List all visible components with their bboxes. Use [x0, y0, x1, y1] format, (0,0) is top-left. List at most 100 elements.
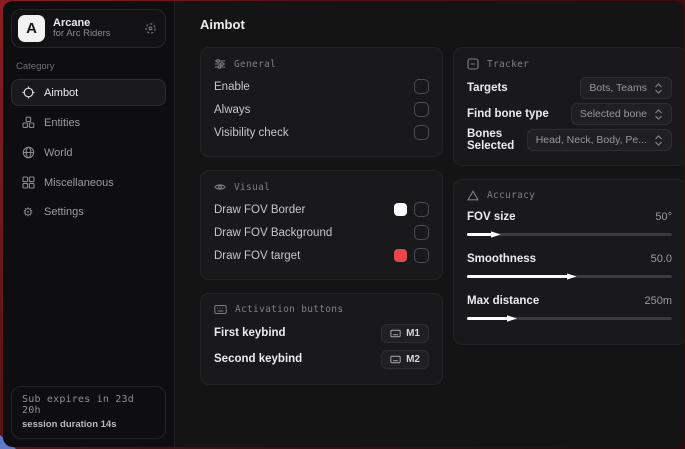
setting-row-smoothness: Smoothness 50.0: [467, 248, 672, 278]
color-swatch[interactable]: [394, 203, 407, 216]
keybind-value: M2: [406, 354, 420, 365]
sidebar-item-settings[interactable]: ⚙ Settings: [11, 199, 166, 225]
setting-label: Draw FOV Background: [214, 227, 332, 239]
app-window: A Arcane for Arc Riders Category: [3, 1, 684, 447]
setting-label: Visibility check: [214, 127, 289, 139]
select-value: Bots, Teams: [589, 82, 647, 94]
slider-value: 50°: [655, 211, 672, 223]
targets-select[interactable]: Bots, Teams: [580, 77, 672, 99]
fov-size-slider[interactable]: [467, 233, 672, 236]
visibility-check-checkbox[interactable]: [414, 125, 429, 140]
second-keybind-button[interactable]: M2: [381, 350, 429, 369]
setting-label: First keybind: [214, 327, 286, 339]
boxes-icon: [21, 116, 35, 129]
setting-label: Find bone type: [467, 108, 549, 120]
setting-label: Bones Selected: [467, 128, 527, 152]
smoothness-slider[interactable]: [467, 275, 672, 278]
slider-value: 250m: [644, 295, 672, 307]
slider-thumb[interactable]: [507, 314, 517, 324]
keyboard-icon: [390, 329, 401, 338]
setting-row-first-keybind: First keybind M1: [214, 320, 429, 346]
triangle-icon: [467, 190, 479, 201]
app-subtitle: for Arc Riders: [53, 29, 111, 40]
setting-label: Always: [214, 104, 250, 116]
slider-fill: [467, 317, 510, 320]
draw-fov-border-checkbox[interactable]: [414, 202, 429, 217]
sidebar-item-entities[interactable]: Entities: [11, 109, 166, 136]
sidebar-item-world[interactable]: World: [11, 139, 166, 166]
setting-label: Smoothness: [467, 253, 536, 265]
first-keybind-button[interactable]: M1: [381, 324, 429, 343]
setting-label: Max distance: [467, 295, 539, 307]
globe-icon: [21, 146, 35, 159]
setting-row-draw-fov-background: Draw FOV Background: [214, 221, 429, 244]
max-distance-slider[interactable]: [467, 317, 672, 320]
select-value: Selected bone: [580, 108, 647, 120]
setting-row-second-keybind: Second keybind M2: [214, 346, 429, 372]
card-title: Activation buttons: [235, 304, 343, 315]
keyboard-icon: [390, 355, 401, 364]
slider-value: 50.0: [651, 253, 672, 265]
setting-label: FOV size: [467, 211, 516, 223]
card-title: Visual: [234, 182, 270, 193]
subscription-info-card: Sub expires in 23d 20h session duration …: [11, 386, 166, 439]
sidebar-item-label: Miscellaneous: [44, 177, 114, 189]
sidebar-item-label: Settings: [44, 206, 84, 218]
category-label: Category: [16, 61, 161, 72]
sync-icon[interactable]: [144, 22, 157, 35]
app-logo-card: A Arcane for Arc Riders: [11, 9, 166, 48]
setting-label: Enable: [214, 81, 250, 93]
enable-checkbox[interactable]: [414, 79, 429, 94]
grid-icon: [21, 176, 35, 189]
visual-card: Visual Draw FOV Border Draw FOV Backgrou…: [200, 170, 443, 280]
setting-row-draw-fov-target: Draw FOV target: [214, 244, 429, 267]
card-title: General: [234, 59, 276, 70]
always-checkbox[interactable]: [414, 102, 429, 117]
setting-row-fov-size: FOV size 50°: [467, 206, 672, 236]
sliders-icon: [214, 58, 226, 70]
slider-fill: [467, 275, 570, 278]
draw-fov-background-checkbox[interactable]: [414, 225, 429, 240]
slider-fill: [467, 233, 494, 236]
find-bone-type-select[interactable]: Selected bone: [571, 103, 672, 125]
draw-fov-target-checkbox[interactable]: [414, 248, 429, 263]
setting-row-max-distance: Max distance 250m: [467, 290, 672, 320]
sidebar-item-label: Entities: [44, 117, 80, 129]
select-value: Head, Neck, Body, Pe...: [536, 134, 647, 146]
setting-row-always: Always: [214, 98, 429, 121]
slider-thumb[interactable]: [491, 230, 501, 240]
tracker-card: Tracker Targets Bots, Teams: [453, 47, 684, 166]
setting-row-find-bone-type: Find bone type Selected bone: [467, 101, 672, 127]
card-title: Accuracy: [487, 190, 535, 201]
page-title: Aimbot: [200, 17, 684, 32]
sub-expires-text: Sub expires in 23d 20h: [22, 394, 155, 416]
chevrons-up-down-icon: [654, 109, 663, 120]
square-minus-icon: [467, 58, 479, 70]
activation-buttons-card: Activation buttons First keybind M1: [200, 293, 443, 385]
main-panel: Aimbot General: [175, 1, 684, 447]
slider-thumb[interactable]: [567, 272, 577, 282]
chevrons-up-down-icon: [654, 83, 663, 94]
eye-icon: [214, 181, 226, 193]
setting-label: Draw FOV target: [214, 250, 300, 262]
setting-row-enable: Enable: [214, 75, 429, 98]
setting-row-visibility-check: Visibility check: [214, 121, 429, 144]
sidebar-item-miscellaneous[interactable]: Miscellaneous: [11, 169, 166, 196]
chevrons-up-down-icon: [654, 135, 663, 146]
card-title: Tracker: [487, 59, 529, 70]
color-swatch[interactable]: [394, 249, 407, 262]
bones-selected-select[interactable]: Head, Neck, Body, Pe...: [527, 129, 672, 151]
crosshair-icon: [21, 86, 35, 99]
sidebar-item-label: World: [44, 147, 73, 159]
sidebar-item-aimbot[interactable]: Aimbot: [11, 79, 166, 106]
keybind-value: M1: [406, 328, 420, 339]
general-card: General Enable Always Visibility check: [200, 47, 443, 157]
app-logo: A: [18, 15, 45, 42]
accuracy-card: Accuracy FOV size 50°: [453, 179, 684, 345]
sidebar: A Arcane for Arc Riders Category: [3, 1, 175, 447]
setting-row-targets: Targets Bots, Teams: [467, 75, 672, 101]
setting-label: Second keybind: [214, 353, 302, 365]
session-duration-text: session duration 14s: [22, 419, 155, 430]
keyboard-icon: [214, 304, 227, 315]
setting-label: Targets: [467, 82, 508, 94]
